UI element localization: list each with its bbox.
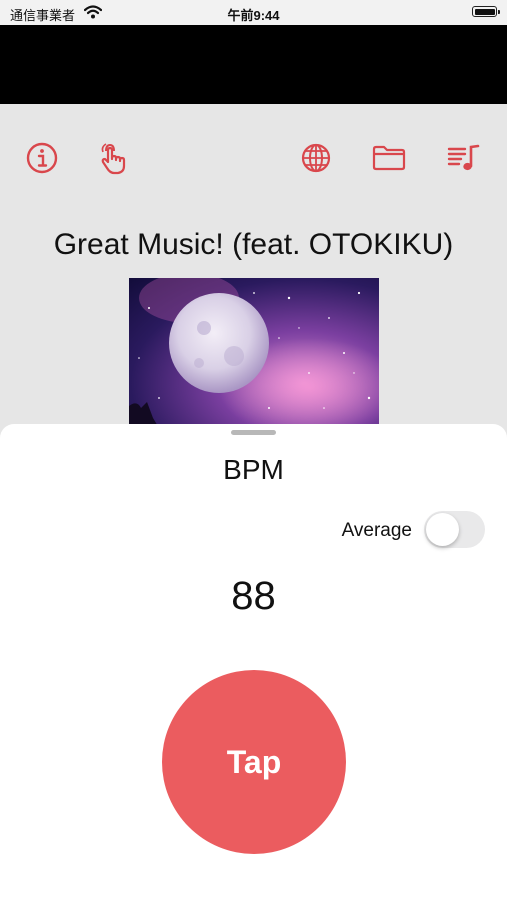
average-toggle[interactable] bbox=[424, 511, 485, 548]
song-title: Great Music! (feat. OTOKIKU) bbox=[53, 228, 454, 261]
sheet-title: BPM bbox=[223, 454, 284, 485]
average-label: Average bbox=[341, 520, 412, 541]
info-icon[interactable] bbox=[22, 138, 62, 178]
battery-icon bbox=[472, 6, 500, 17]
tap-button[interactable]: Tap bbox=[162, 670, 346, 854]
playlist-icon[interactable] bbox=[443, 138, 483, 178]
folder-icon[interactable] bbox=[369, 138, 409, 178]
album-artwork bbox=[129, 278, 379, 428]
globe-icon[interactable] bbox=[296, 138, 336, 178]
ad-banner bbox=[0, 25, 507, 104]
bpm-value: 88 bbox=[231, 574, 276, 618]
bpm-sheet: BPM Average 88 Tap bbox=[0, 424, 507, 900]
toggle-knob bbox=[426, 513, 459, 546]
status-bar: 通信事業者 午前9:44 bbox=[0, 0, 507, 25]
sheet-grabber[interactable] bbox=[231, 430, 276, 435]
tap-hand-icon[interactable] bbox=[92, 138, 132, 178]
status-time: 午前9:44 bbox=[227, 8, 280, 23]
